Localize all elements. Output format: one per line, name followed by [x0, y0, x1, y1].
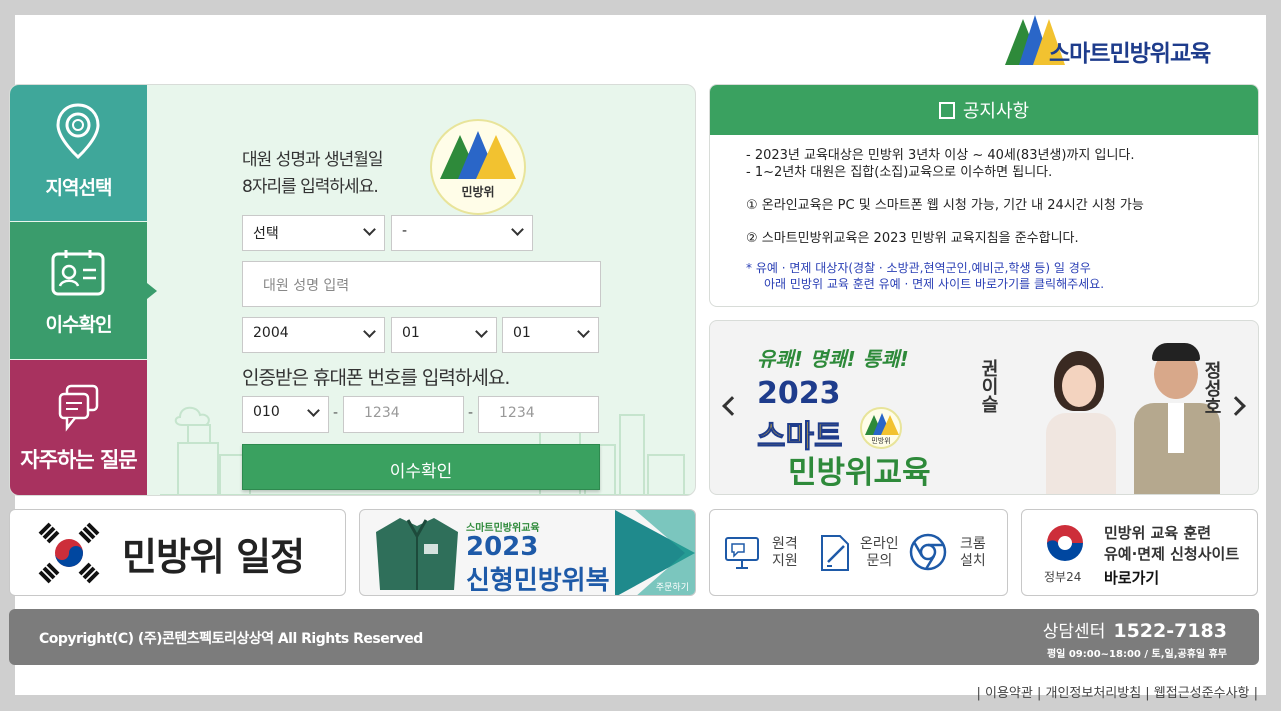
logo-text: 스마트민방위교육	[1049, 41, 1211, 67]
logo-mountains-icon	[865, 413, 899, 435]
phone-last-placeholder: 1234	[499, 405, 535, 421]
inquiry-pencil-icon	[821, 535, 849, 571]
chevron-down-icon	[475, 325, 488, 338]
name-input-placeholder: 대원 성명 입력	[263, 278, 350, 294]
chevron-down-icon	[307, 404, 320, 417]
cs-phone: 1522-7183	[1113, 620, 1227, 642]
birth-month-value: 01	[402, 325, 420, 341]
banner-logo: 민방위	[860, 407, 902, 449]
phone-separator: -	[333, 405, 339, 421]
online-inquiry-link[interactable]: 온라인 문의	[816, 510, 912, 595]
chevron-down-icon	[363, 223, 376, 236]
phone-label: 인증받은 휴대폰 번호를 입력하세요.	[242, 367, 510, 389]
cs-label: 상담센터	[1042, 622, 1106, 642]
gov24-go-link: 바로가기	[1104, 569, 1160, 587]
uniform-jacket-icon	[376, 518, 458, 590]
chrome-icon	[909, 533, 947, 571]
uniform-banner[interactable]: 스마트민방위교육 2023 신형민방위복 주문하기	[359, 509, 696, 596]
district-select-value: -	[402, 223, 408, 239]
notice-line: - 2023년 교육대상은 민방위 3년차 이상 ~ 40세(83년생)까지 입…	[746, 148, 1135, 163]
confirmation-panel: 지역선택 이수확인 자주하는 질문 대원 성명과 생년월일 8자리를 입력하세요…	[9, 84, 696, 496]
id-card-icon	[51, 250, 105, 296]
notice-panel: 공지사항 - 2023년 교육대상은 민방위 3년차 이상 ~ 40세(83년생…	[709, 84, 1259, 307]
birth-day-select[interactable]: 01	[502, 317, 599, 353]
active-tab-pointer	[147, 283, 157, 299]
notice-title: 공지사항	[962, 101, 1030, 122]
uniform-year: 2023	[466, 532, 539, 562]
tab-label: 자주하는 질문	[20, 448, 137, 472]
birth-day-value: 01	[513, 325, 531, 341]
presenter-name: 권이슬	[978, 359, 999, 413]
confirm-completion-button[interactable]: 이수확인	[242, 444, 600, 490]
support-services-box: 원격 지원 온라인 문의 크롬 설치	[709, 509, 1008, 596]
presenter-name: 정성호	[1201, 361, 1222, 415]
phone-middle-placeholder: 1234	[364, 405, 400, 421]
gov24-brand: 정부24	[1044, 570, 1082, 584]
footer: Copyright(C) (주)콘텐츠펙토리상상역 All Rights Res…	[9, 609, 1259, 665]
banner-next-arrow-icon[interactable]	[1226, 396, 1246, 416]
chrome-install-label: 크롬 설치	[960, 536, 986, 569]
phone-middle-input[interactable]: 1234	[343, 396, 464, 433]
uniform-order-link: 주문하기	[655, 583, 689, 593]
site-logo[interactable]: 스마트민방위교육	[1005, 15, 1260, 75]
gov-emblem-icon	[1047, 525, 1083, 561]
banner-title-line2: 민방위교육	[788, 455, 931, 491]
tab-label: 이수확인	[45, 314, 113, 336]
promo-banner[interactable]: 유쾌! 명쾌! 통쾌! 2023 스마트 민방위 민방위교육 권이슬 정성호	[709, 320, 1259, 495]
phone-prefix-value: 010	[253, 404, 280, 420]
banner-cheer: 유쾌! 명쾌! 통쾌!	[757, 347, 909, 371]
copyright: Copyright(C) (주)콘텐츠펙토리상상역 All Rights Res…	[39, 631, 423, 647]
phone-last-input[interactable]: 1234	[478, 396, 599, 433]
birth-year-value: 2004	[253, 325, 289, 341]
region-select-value: 선택	[253, 226, 279, 242]
korean-flag-icon	[38, 522, 100, 584]
tab-region-select[interactable]: 지역선택	[10, 85, 147, 221]
location-pin-icon	[56, 103, 100, 159]
banner-year: 2023	[757, 376, 841, 411]
notice-line: - 1~2년차 대원은 집합(소집)교육으로 이수하면 됩니다.	[746, 165, 1053, 180]
chrome-install-link[interactable]: 크롬 설치	[908, 510, 1006, 595]
phone-prefix-select[interactable]: 010	[242, 396, 329, 433]
notice-header[interactable]: 공지사항	[710, 85, 1258, 135]
form-instruction: 대원 성명과 생년월일 8자리를 입력하세요.	[242, 150, 384, 197]
notice-line: ① 온라인교육은 PC 및 스마트폰 웹 시청 가능, 기간 내 24시간 시청…	[746, 198, 1144, 213]
remote-support-label: 원격 지원	[772, 536, 798, 569]
chevron-down-icon	[511, 223, 524, 236]
notice-note: 아래 민방위 교육 훈련 유예 · 면제 사이트 바로가기를 클릭해주세요.	[764, 277, 1105, 291]
chevron-down-icon	[577, 325, 590, 338]
footer-links[interactable]: | 이용약관 | 개인정보처리방침 | 웹접근성준수사항 |	[976, 682, 1258, 701]
online-inquiry-label: 온라인 문의	[860, 536, 899, 569]
tab-label: 지역선택	[45, 177, 113, 199]
remote-support-icon	[725, 537, 759, 569]
notice-line: ② 스마트민방위교육은 2023 민방위 교육지침을 준수합니다.	[746, 231, 1079, 246]
logo-label: 민방위	[461, 185, 495, 199]
birth-month-select[interactable]: 01	[391, 317, 497, 353]
banner-logo-label: 민방위	[871, 437, 891, 445]
remote-support-link[interactable]: 원격 지원	[718, 510, 818, 595]
civil-defense-logo: 민방위	[430, 119, 526, 215]
notice-list-icon	[938, 102, 955, 119]
notice-body: - 2023년 교육대상은 민방위 3년차 이상 ~ 40세(83년생)까지 입…	[746, 147, 1144, 292]
name-input[interactable]: 대원 성명 입력	[242, 261, 601, 307]
district-select[interactable]: -	[391, 215, 533, 251]
gov24-exemption-link[interactable]: 정부24 민방위 교육 훈련 유예·면제 신청사이트 바로가기	[1021, 509, 1258, 596]
customer-center: 상담센터 1522-7183 평일 09:00~18:00 / 토,일,공휴일 휴…	[1043, 617, 1227, 660]
speech-bubble-icon	[58, 384, 99, 432]
tab-completion-check[interactable]: 이수확인	[10, 222, 147, 359]
banner-prev-arrow-icon[interactable]	[722, 396, 742, 416]
presenter-woman-image	[1040, 351, 1120, 494]
region-select[interactable]: 선택	[242, 215, 385, 251]
uniform-title: 신형민방위복	[466, 566, 610, 596]
birth-year-select[interactable]: 2004	[242, 317, 385, 353]
gov24-title: 민방위 교육 훈련 유예·면제 신청사이트	[1104, 524, 1240, 563]
schedule-banner[interactable]: 민방위 일정	[9, 509, 346, 596]
phone-separator: -	[468, 405, 474, 421]
cs-hours: 평일 09:00~18:00 / 토,일,공휴일 휴무	[1046, 649, 1227, 660]
notice-note: * 유예 · 면제 대상자(경찰 · 소방관,현역군인,예비군,학생 등) 일 …	[746, 261, 1091, 275]
page: 스마트민방위교육 지역선택 이수확인 자주하는 질문 대원 성명과 생년월일 8…	[9, 15, 1266, 701]
chevron-down-icon	[363, 325, 376, 338]
logo-mountains-icon	[440, 131, 516, 179]
tab-faq[interactable]: 자주하는 질문	[10, 360, 147, 495]
schedule-label: 민방위 일정	[122, 535, 305, 579]
